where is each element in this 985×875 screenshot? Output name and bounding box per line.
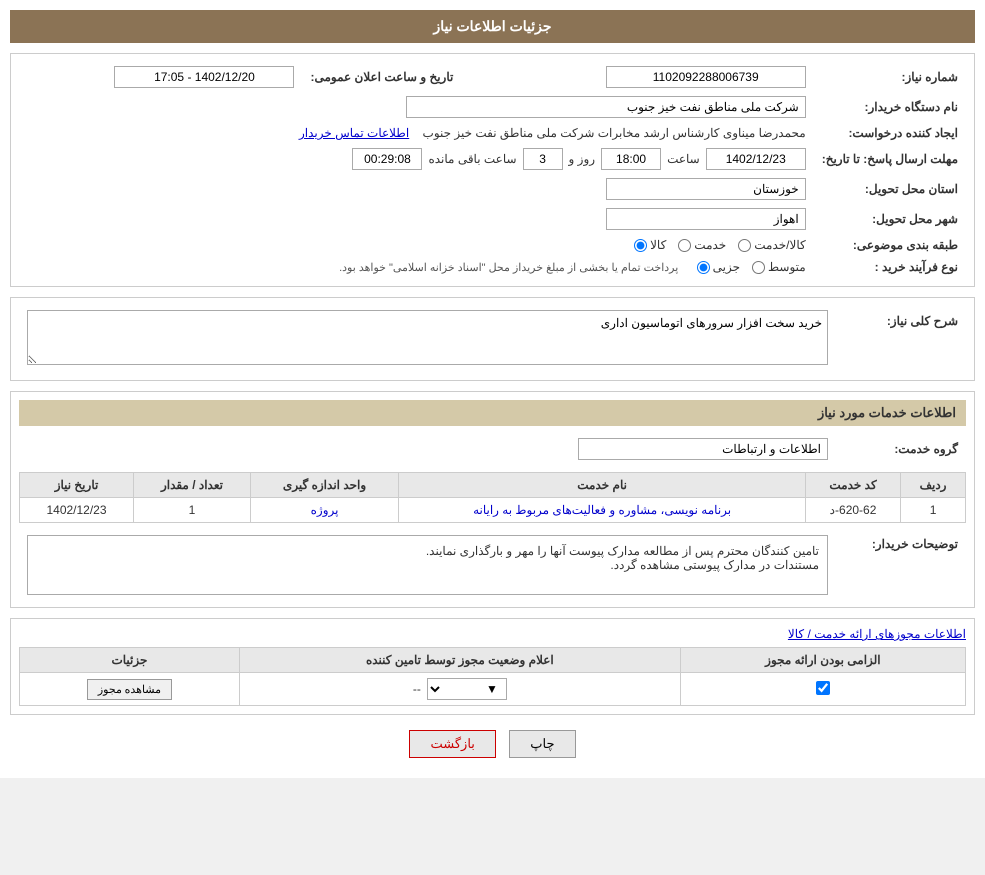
process-jozii-label: جزیی xyxy=(713,260,740,274)
col-header-row: ردیف xyxy=(901,473,966,498)
license-title-link[interactable]: اطلاعات مجوزهای ارائه خدمت / کالا xyxy=(788,627,966,641)
process-radio-motavaset[interactable]: متوسط xyxy=(752,260,806,274)
process-radio-motavaset-input[interactable] xyxy=(752,261,765,274)
city-input[interactable] xyxy=(606,208,806,230)
license-status-select[interactable]: ▼ xyxy=(427,678,507,700)
need-desc-textarea[interactable]: خرید سخت افزار سرورهای اتوماسیون اداری xyxy=(27,310,828,365)
license-required-cell xyxy=(680,673,965,706)
process-motavaset-label: متوسط xyxy=(768,260,806,274)
reply-days-input[interactable] xyxy=(523,148,563,170)
process-label: نوع فرآیند خرید : xyxy=(814,256,966,278)
buyer-org-value xyxy=(19,92,814,122)
category-radio-kala-khedmat-input[interactable] xyxy=(738,239,751,252)
reply-remaining-label: ساعت باقی مانده xyxy=(428,152,516,166)
category-radio-kala-input[interactable] xyxy=(634,239,647,252)
col-header-name: نام خدمت xyxy=(399,473,806,498)
creator-value: محمدرضا میناوی کارشناس ارشد مخابرات شرکت… xyxy=(19,122,814,144)
reply-deadline-label: مهلت ارسال پاسخ: تا تاریخ: xyxy=(814,144,966,174)
buyer-notes-label: توضیحات خریدار: xyxy=(836,531,966,599)
services-section-title: اطلاعات خدمات مورد نیاز xyxy=(19,400,966,426)
category-radio-khedmat-input[interactable] xyxy=(678,239,691,252)
province-label: استان محل تحویل: xyxy=(814,174,966,204)
col-header-unit: واحد اندازه گیری xyxy=(250,473,398,498)
license-table: الزامی بودن ارائه مجوز اعلام وضعیت مجوز … xyxy=(19,647,966,706)
page-title: جزئیات اطلاعات نیاز xyxy=(10,10,975,43)
reply-date-input[interactable] xyxy=(706,148,806,170)
license-status-row: ▼ -- xyxy=(248,678,672,700)
license-col-required: الزامی بودن ارائه مجوز xyxy=(680,648,965,673)
service-group-label: گروه خدمت: xyxy=(836,434,966,464)
category-radio-kala-khedmat[interactable]: کالا/خدمت xyxy=(738,238,805,252)
bottom-buttons: چاپ بازگشت xyxy=(10,730,975,758)
license-info-section: اطلاعات مجوزهای ارائه خدمت / کالا الزامی… xyxy=(10,618,975,715)
process-radio-group: متوسط جزیی xyxy=(697,260,806,274)
contact-link[interactable]: اطلاعات تماس خریدار xyxy=(299,126,409,140)
license-row: ▼ -- مشاهده مجوز xyxy=(20,673,966,706)
buyer-org-label: نام دستگاه خریدار: xyxy=(814,92,966,122)
buyer-notes-line1: تامین کنندگان محترم پس از مطالعه مدارک پ… xyxy=(36,544,819,558)
print-button[interactable]: چاپ xyxy=(509,730,575,758)
category-radio-group: کالا/خدمت خدمت کالا xyxy=(634,238,806,252)
need-desc-value: خرید سخت افزار سرورهای اتوماسیون اداری xyxy=(19,306,836,372)
license-col-status: اعلام وضعیت مجوز توسط تامین کننده xyxy=(239,648,680,673)
buyer-notes-table: توضیحات خریدار: تامین کنندگان محترم پس ا… xyxy=(19,531,966,599)
services-info-section: اطلاعات خدمات مورد نیاز گروه خدمت: ردیف … xyxy=(10,391,975,608)
need-desc-label: شرح کلی نیاز: xyxy=(836,306,966,372)
row-unit: پروژه xyxy=(250,498,398,523)
col-header-code: کد خدمت xyxy=(806,473,901,498)
license-col-details: جزئیات xyxy=(20,648,240,673)
row-date: 1402/12/23 xyxy=(20,498,134,523)
service-group-table: گروه خدمت: xyxy=(19,434,966,464)
need-desc-table: شرح کلی نیاز: خرید سخت افزار سرورهای اتو… xyxy=(19,306,966,372)
main-info-table: شماره نیاز: تاریخ و ساعت اعلان عمومی: نا… xyxy=(19,62,966,278)
province-input[interactable] xyxy=(606,178,806,200)
license-section-title: اطلاعات مجوزهای ارائه خدمت / کالا xyxy=(19,627,966,641)
reply-remaining-input[interactable] xyxy=(352,148,422,170)
reply-deadline-row: ساعت روز و ساعت باقی مانده xyxy=(27,148,806,170)
row-number: 1 xyxy=(901,498,966,523)
process-note: پرداخت تمام یا بخشی از مبلغ خریداز محل "… xyxy=(339,262,678,274)
reply-time-input[interactable] xyxy=(601,148,661,170)
col-header-date: تاریخ نیاز xyxy=(20,473,134,498)
need-number-value xyxy=(501,62,813,92)
reply-days-label: روز و xyxy=(569,152,596,166)
row-quantity: 1 xyxy=(134,498,251,523)
license-status-cell: ▼ -- xyxy=(239,673,680,706)
category-radio-kala[interactable]: کالا xyxy=(634,238,666,252)
category-kala-khedmat-label: کالا/خدمت xyxy=(754,238,805,252)
announcement-value xyxy=(19,62,302,92)
creator-text: محمدرضا میناوی کارشناس ارشد مخابرات شرکت… xyxy=(423,126,806,140)
category-label: طبقه بندی موضوعی: xyxy=(814,234,966,256)
category-khedmat-label: خدمت xyxy=(694,238,726,252)
license-status-value: -- xyxy=(413,682,421,696)
category-kala-label: کالا xyxy=(650,238,666,252)
services-table: ردیف کد خدمت نام خدمت واحد اندازه گیری ت… xyxy=(19,472,966,523)
process-radio-jozii-input[interactable] xyxy=(697,261,710,274)
service-group-value xyxy=(19,434,836,464)
announcement-label: تاریخ و ساعت اعلان عمومی: xyxy=(302,62,461,92)
buyer-notes-line2: مستندات در مدارک پیوستی مشاهده گردد. xyxy=(36,558,819,572)
license-details-cell: مشاهده مجوز xyxy=(20,673,240,706)
process-radio-jozii[interactable]: جزیی xyxy=(697,260,740,274)
table-row: 1 620-62-د برنامه نویسی، مشاوره و فعالیت… xyxy=(20,498,966,523)
buyer-notes-value: تامین کنندگان محترم پس از مطالعه مدارک پ… xyxy=(19,531,836,599)
announcement-input[interactable] xyxy=(114,66,294,88)
row-service-name: برنامه نویسی، مشاوره و فعالیت‌های مربوط … xyxy=(399,498,806,523)
view-license-button[interactable]: مشاهده مجوز xyxy=(87,679,172,700)
service-group-input[interactable] xyxy=(578,438,828,460)
main-info-section: شماره نیاز: تاریخ و ساعت اعلان عمومی: نا… xyxy=(10,53,975,287)
buyer-org-input[interactable] xyxy=(406,96,806,118)
buyer-notes-box: تامین کنندگان محترم پس از مطالعه مدارک پ… xyxy=(27,535,828,595)
city-label: شهر محل تحویل: xyxy=(814,204,966,234)
back-button[interactable]: بازگشت xyxy=(409,730,495,758)
creator-label: ایجاد کننده درخواست: xyxy=(814,122,966,144)
row-code: 620-62-د xyxy=(806,498,901,523)
license-required-checkbox[interactable] xyxy=(816,681,830,695)
category-radio-khedmat[interactable]: خدمت xyxy=(678,238,726,252)
need-number-label: شماره نیاز: xyxy=(814,62,966,92)
col-header-qty: تعداد / مقدار xyxy=(134,473,251,498)
reply-time-label: ساعت xyxy=(667,152,700,166)
need-number-input[interactable] xyxy=(606,66,806,88)
need-description-section: شرح کلی نیاز: خرید سخت افزار سرورهای اتو… xyxy=(10,297,975,381)
